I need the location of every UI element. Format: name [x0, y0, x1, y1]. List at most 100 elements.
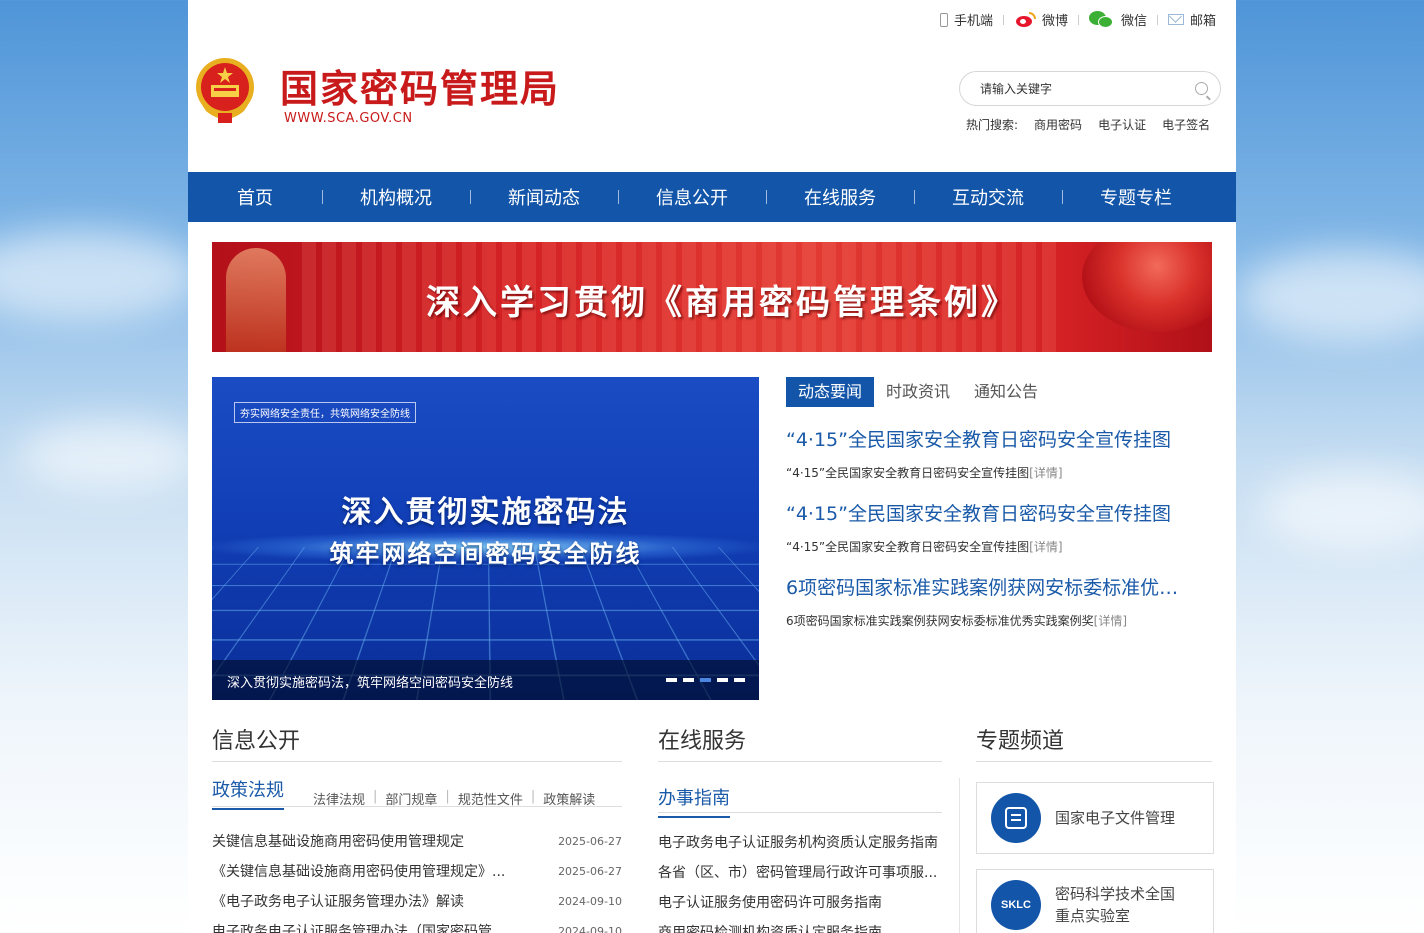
guide-list: 电子政务电子认证服务机构资质认定服务指南 各省（区、市）密码管理局行政许可事项服…: [658, 828, 942, 933]
list-item[interactable]: 各省（区、市）密码管理局行政许可事项服...: [658, 858, 942, 888]
list-item-title[interactable]: 各省（区、市）密码管理局行政许可事项服...: [658, 858, 937, 888]
nav-interaction[interactable]: 互动交流: [914, 184, 1062, 210]
wechat-link-label: 微信: [1121, 10, 1147, 29]
hot-search-label: 热门搜索:: [966, 116, 1018, 133]
nav-topics[interactable]: 专题专栏: [1062, 184, 1210, 210]
news-more-link[interactable]: [详情]: [1094, 614, 1127, 628]
list-item-title[interactable]: 《关键信息基础设施商用密码使用管理规定》...: [212, 857, 505, 887]
site-title[interactable]: 国家密码管理局: [280, 58, 560, 113]
weibo-icon: [1014, 12, 1036, 28]
divider: [976, 761, 1212, 762]
divider: [212, 761, 622, 762]
list-item-title[interactable]: 电子政务电子认证服务机构资质认定服务指南: [658, 828, 938, 858]
phone-icon: [940, 13, 948, 27]
nav-about[interactable]: 机构概况: [322, 184, 470, 210]
list-item-title[interactable]: 关键信息基础设施商用密码使用管理规定: [212, 827, 464, 857]
list-item[interactable]: 《电子政务电子认证服务管理办法》解读 2024-09-10: [212, 887, 622, 917]
banner-text: 深入学习贯彻《商用密码管理条例》: [212, 275, 1212, 324]
news-summary-text: “4·15”全民国家安全教育日密码安全宣传挂图: [786, 540, 1029, 554]
mail-icon: [1168, 14, 1184, 25]
subtab-laws[interactable]: 法律法规: [313, 789, 365, 808]
top-links-bar: 手机端 微博 微信 邮箱: [930, 10, 1226, 29]
subtab-rules[interactable]: 部门规章: [385, 789, 437, 808]
hot-search: 热门搜索: 商用密码 电子认证 电子签名: [966, 116, 1210, 133]
mobile-link[interactable]: 手机端: [930, 10, 1003, 29]
service-heading: 在线服务: [658, 723, 746, 755]
weibo-link-label: 微博: [1042, 10, 1068, 29]
tab-notices[interactable]: 通知公告: [962, 377, 1050, 407]
carousel-dot-active[interactable]: [700, 678, 711, 682]
carousel-headline: 深入贯彻实施密码法: [212, 487, 759, 531]
carousel-dot[interactable]: [717, 678, 728, 682]
policy-list: 关键信息基础设施商用密码使用管理规定 2025-06-27 《关键信息基础设施商用…: [212, 827, 622, 933]
banner[interactable]: 深入学习贯彻《商用密码管理条例》: [212, 242, 1212, 352]
news-panel: 动态要闻 时政资讯 通知公告 “4·15”全民国家安全教育日密码安全宣传挂图 “…: [786, 377, 1212, 629]
hot-term-link[interactable]: 电子签名: [1162, 116, 1210, 133]
list-item[interactable]: 商用密码检测机构资质认定服务指南: [658, 918, 942, 933]
list-item-title[interactable]: 电子政务电子认证服务管理办法（国家密码管...: [212, 917, 505, 933]
search-box: [959, 71, 1221, 106]
sklc-logo-text: SKLC: [1001, 899, 1031, 911]
nav-news[interactable]: 新闻动态: [470, 184, 618, 210]
news-title-link[interactable]: “4·15”全民国家安全教育日密码安全宣传挂图: [786, 499, 1196, 526]
list-item[interactable]: 电子政务电子认证服务管理办法（国家密码管... 2024-09-10: [212, 917, 622, 933]
subtab-interpretation[interactable]: 政策解读: [543, 789, 595, 808]
subtab-normative[interactable]: 规范性文件: [458, 789, 523, 808]
list-item-title[interactable]: 商用密码检测机构资质认定服务指南: [658, 918, 882, 933]
weibo-link[interactable]: 微博: [1004, 10, 1078, 29]
list-item-date: 2025-06-27: [558, 827, 622, 857]
mail-link[interactable]: 邮箱: [1158, 10, 1226, 29]
list-item[interactable]: 关键信息基础设施商用密码使用管理规定 2025-06-27: [212, 827, 622, 857]
news-summary-text: “4·15”全民国家安全教育日密码安全宣传挂图: [786, 466, 1029, 480]
image-carousel[interactable]: 夯实网络安全责任，共筑网络安全防线 深入贯彻实施密码法 筑牢网络空间密码安全防线…: [212, 377, 759, 700]
nav-service[interactable]: 在线服务: [766, 184, 914, 210]
carousel-tag: 夯实网络安全责任，共筑网络安全防线: [234, 402, 416, 423]
divider: [658, 812, 942, 813]
list-item[interactable]: 电子政务电子认证服务机构资质认定服务指南: [658, 828, 942, 858]
news-more-link[interactable]: [详情]: [1029, 466, 1062, 480]
background-cloud: [1260, 470, 1424, 550]
list-item-title[interactable]: 电子认证服务使用密码许可服务指南: [658, 888, 882, 918]
list-item[interactable]: 《关键信息基础设施商用密码使用管理规定》... 2025-06-27: [212, 857, 622, 887]
page-container: 手机端 微博 微信 邮箱 国家密码管理局 WWW.SCA.GOV.CN 请输入关…: [188, 0, 1236, 933]
carousel-dot[interactable]: [683, 678, 694, 682]
national-emblem-logo[interactable]: [194, 55, 256, 125]
search-icon[interactable]: [1195, 82, 1208, 95]
divider: [959, 778, 960, 933]
hot-term-link[interactable]: 商用密码: [1034, 116, 1082, 133]
topics-heading: 专题频道: [976, 723, 1064, 755]
news-item: “4·15”全民国家安全教育日密码安全宣传挂图 “4·15”全民国家安全教育日密…: [786, 499, 1212, 555]
list-item-date: 2024-09-10: [558, 917, 622, 933]
carousel-dot[interactable]: [666, 678, 677, 682]
news-item: “4·15”全民国家安全教育日密码安全宣传挂图 “4·15”全民国家安全教育日密…: [786, 425, 1212, 481]
wechat-icon: [1089, 11, 1115, 29]
topic-card-e-document[interactable]: 国家电子文件管理: [976, 782, 1214, 854]
news-summary: 6项密码国家标准实践案例获网安标委标准优秀实践案例奖[详情]: [786, 612, 1212, 629]
background-cloud: [0, 230, 200, 320]
nav-home[interactable]: 首页: [188, 184, 322, 210]
tab-politics[interactable]: 时政资讯: [874, 377, 962, 407]
tab-policy[interactable]: 政策法规: [212, 776, 284, 810]
wechat-link[interactable]: 微信: [1079, 10, 1157, 29]
news-title-link[interactable]: “4·15”全民国家安全教育日密码安全宣传挂图: [786, 425, 1196, 452]
news-more-link[interactable]: [详情]: [1029, 540, 1062, 554]
main-nav: 首页 机构概况 新闻动态 信息公开 在线服务 互动交流 专题专栏: [188, 172, 1236, 222]
list-item-title[interactable]: 《电子政务电子认证服务管理办法》解读: [212, 887, 464, 917]
nav-info[interactable]: 信息公开: [618, 184, 766, 210]
divider: |: [373, 789, 377, 808]
carousel-subheadline: 筑牢网络空间密码安全防线: [212, 534, 759, 569]
document-icon: [991, 793, 1041, 843]
topic-card-label: 密码科学技术全国 重点实验室: [1055, 883, 1175, 927]
topic-card-sklc[interactable]: SKLC 密码科学技术全国 重点实验室: [976, 869, 1214, 933]
search-input[interactable]: [980, 82, 1195, 96]
news-title-link[interactable]: 6项密码国家标准实践案例获网安标委标准优秀实...: [786, 573, 1196, 600]
divider: |: [445, 789, 449, 808]
news-summary: “4·15”全民国家安全教育日密码安全宣传挂图[详情]: [786, 464, 1212, 481]
site-url[interactable]: WWW.SCA.GOV.CN: [284, 111, 413, 126]
divider: |: [531, 789, 535, 808]
list-item[interactable]: 电子认证服务使用密码许可服务指南: [658, 888, 942, 918]
tab-headlines[interactable]: 动态要闻: [786, 377, 874, 407]
carousel-dot[interactable]: [734, 678, 745, 682]
sklc-logo: SKLC: [991, 880, 1041, 930]
hot-term-link[interactable]: 电子认证: [1098, 116, 1146, 133]
